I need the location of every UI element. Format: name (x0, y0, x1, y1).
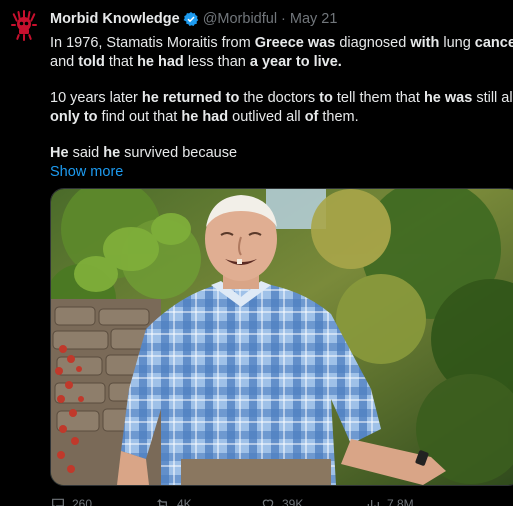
text-run: less than (183, 53, 250, 70)
like-button[interactable]: 39K (260, 496, 365, 506)
text-run: them. (318, 108, 359, 125)
text-run: find out that (97, 108, 182, 125)
views-count: 7.8M (387, 497, 414, 506)
avatar[interactable] (8, 10, 40, 42)
bold-text-run: he (103, 145, 121, 161)
text-run: that (104, 53, 138, 70)
bold-text-run: a year (249, 53, 292, 70)
tweet-photo[interactable] (50, 188, 513, 486)
bold-text-run: of (304, 108, 319, 125)
photo-elderly-man (51, 189, 513, 485)
bold-text-run: He (50, 145, 69, 161)
separator-dot: · (281, 11, 286, 27)
retweet-count: 4K (177, 497, 192, 506)
bold-text-run: he had (137, 53, 184, 70)
timestamp[interactable]: May 21 (290, 11, 338, 27)
tweet-text-line: and told that he had less than a year to… (50, 53, 513, 72)
heart-icon (262, 499, 274, 506)
like-count: 39K (282, 497, 304, 506)
bold-text-run: with (410, 35, 440, 51)
views-button[interactable]: 7.8M (365, 496, 470, 506)
show-more-link[interactable]: Show more (50, 163, 513, 182)
text-run: the doctors (239, 90, 320, 106)
bold-text-run: cancer (474, 35, 513, 51)
bold-text-run: he had (181, 108, 229, 125)
handle[interactable]: @Morbidful (203, 11, 277, 27)
retweet-icon (157, 499, 169, 506)
bold-text-run: only (50, 108, 80, 125)
bold-text-run: to (319, 90, 333, 106)
tweet-text-line: He said he survived because (50, 144, 513, 163)
text-run: In 1976, Stamatis Moraitis from (50, 35, 255, 51)
tweet-text-line: 10 years later he returned to the doctor… (50, 89, 513, 108)
text-run: and (50, 53, 79, 70)
bold-text-run: to live. (295, 53, 342, 70)
display-name[interactable]: Morbid Knowledge (50, 11, 180, 27)
bold-text-run: he returned to (141, 90, 240, 106)
bold-text-run: Greece (254, 35, 304, 51)
bold-text-run: to (83, 108, 98, 125)
text-run: diagnosed (335, 35, 411, 51)
reply-count: 260 (72, 497, 93, 506)
text-run: said (68, 145, 104, 161)
retweet-button[interactable]: 4K (155, 496, 260, 506)
tweet-text-line: In 1976, Stamatis Moraitis from Greece w… (50, 34, 513, 53)
text-run: survived because (120, 145, 238, 161)
avatar-skull-hand-logo (11, 10, 37, 41)
text-run: tell them that (332, 90, 424, 106)
text-run: lung (439, 35, 475, 51)
text-run: outlived all (228, 108, 305, 125)
reply-button[interactable]: 260 (50, 496, 155, 506)
text-run: still alive, (476, 90, 513, 106)
tweet[interactable]: Morbid Knowledge @Morbidful · May 21 In … (0, 0, 513, 506)
verified-badge-icon[interactable] (183, 11, 199, 27)
tweet-text-line: only to find out that he had outlived al… (50, 108, 513, 127)
bold-text-run: was (307, 35, 336, 51)
text-run: 10 years later (50, 90, 142, 106)
tweet-header: Morbid Knowledge @Morbidful · May 21 (50, 11, 337, 27)
views-icon (367, 500, 379, 506)
tweet-actions: 260 4K 39K 7.8M (50, 496, 513, 506)
bold-text-run: told (78, 53, 105, 70)
tweet-text: In 1976, Stamatis Moraitis from Greece w… (50, 34, 513, 181)
reply-icon (52, 498, 64, 506)
bold-text-run: he was (423, 90, 473, 106)
